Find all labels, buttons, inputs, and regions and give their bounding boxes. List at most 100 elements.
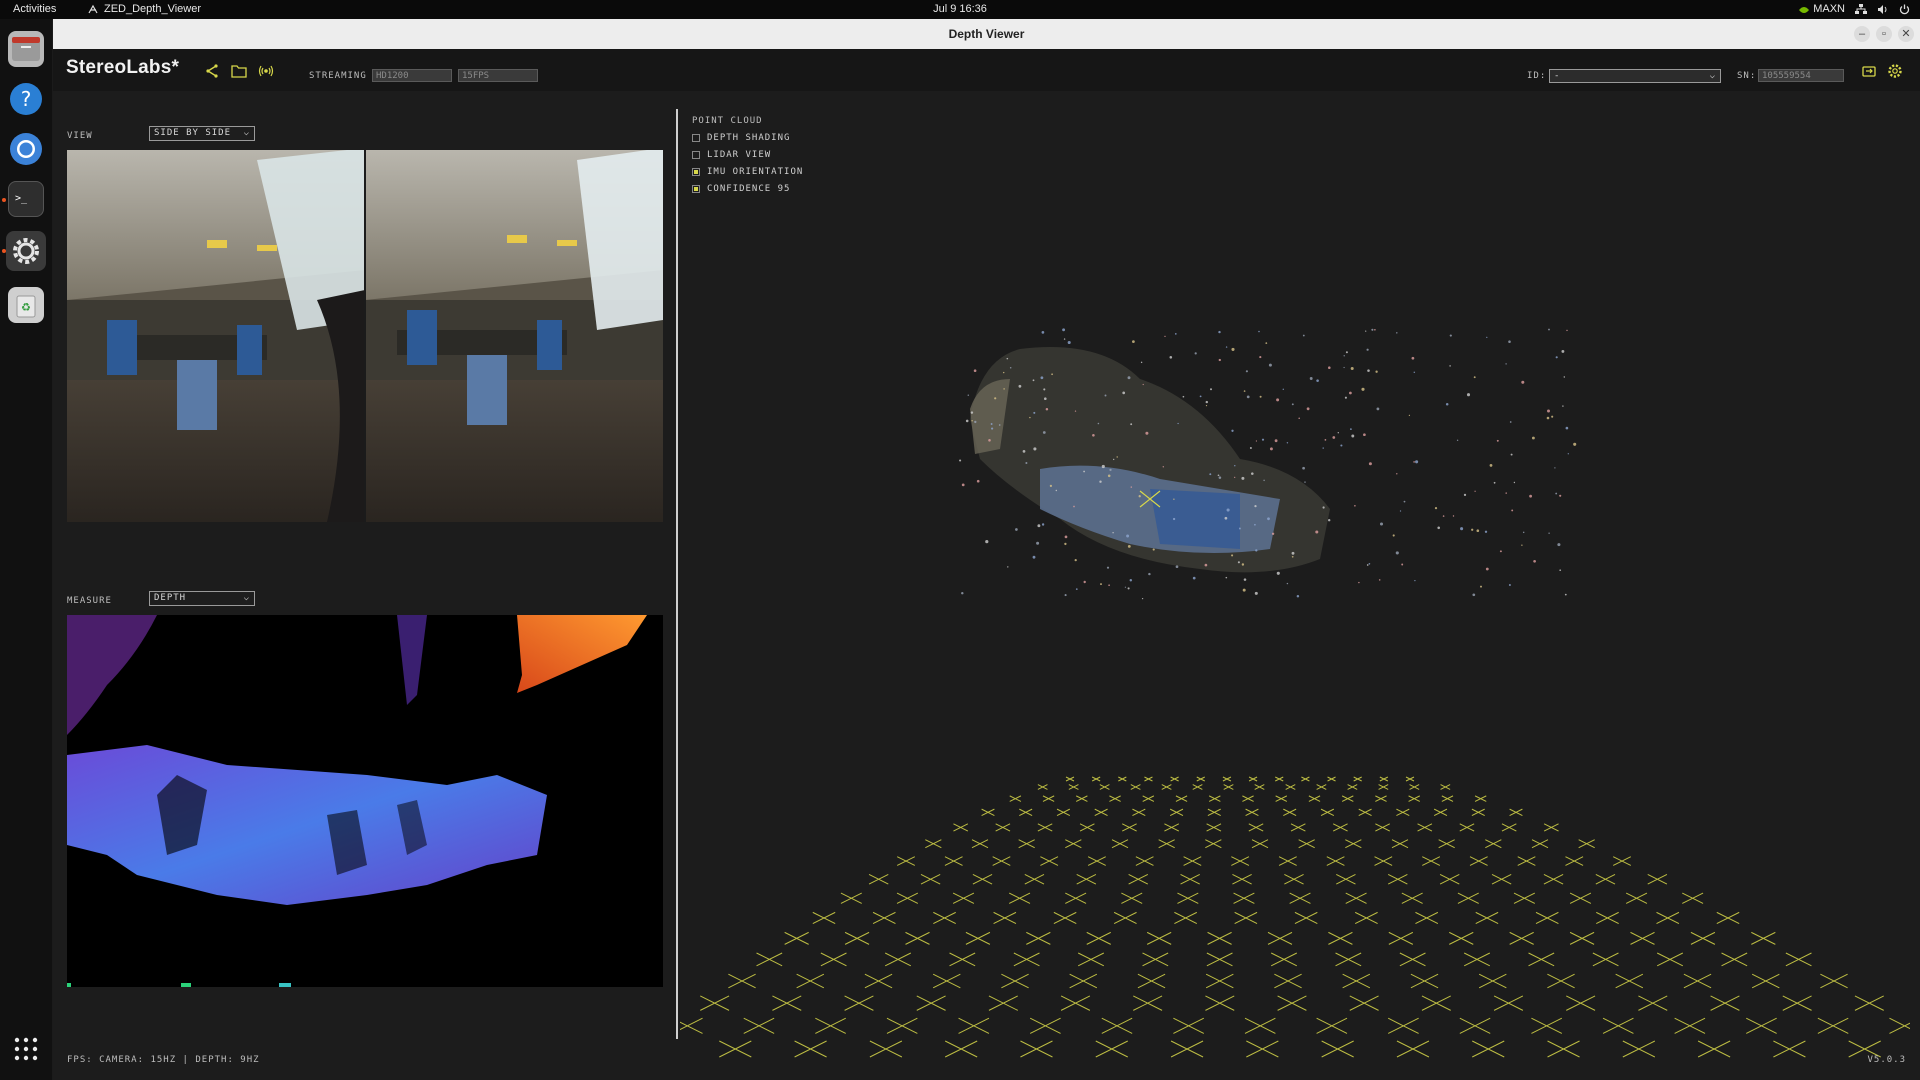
maximize-button[interactable]: ▫ (1876, 26, 1892, 42)
cloud-point (1322, 506, 1325, 509)
cloud-point (970, 411, 974, 414)
cloud-point (1148, 572, 1151, 576)
fps-field[interactable]: 15FPS (458, 69, 538, 82)
cloud-point (1508, 340, 1511, 343)
grid-marker (1405, 776, 1415, 782)
folder-icon[interactable] (231, 63, 247, 79)
cloud-point (1101, 464, 1105, 469)
cloud-point (1097, 422, 1100, 425)
grid-marker (1284, 873, 1304, 885)
power-mode-indicator[interactable]: MAXN (1798, 2, 1845, 17)
view-select[interactable]: SIDE BY SIDE ⌵ (149, 126, 255, 141)
settings-app[interactable] (6, 231, 46, 271)
grid-marker (1270, 952, 1298, 967)
grid-marker (1075, 795, 1088, 802)
cloud-point (1037, 524, 1041, 528)
cloud-point (1205, 400, 1208, 404)
grid-marker (932, 973, 961, 989)
grid-marker (1509, 808, 1523, 816)
grid-marker (988, 995, 1018, 1011)
cloud-point (1296, 595, 1300, 598)
cloud-point (1249, 447, 1252, 449)
resolution-field[interactable]: HD1200 (372, 69, 452, 82)
grid-marker (971, 839, 989, 849)
cloud-point (1107, 474, 1111, 478)
cloud-point (1521, 544, 1523, 546)
cloud-point (1218, 476, 1222, 479)
cloud-point (1415, 460, 1419, 464)
refresh-icon[interactable] (1861, 63, 1877, 79)
grid-marker (1471, 808, 1485, 816)
clock[interactable]: Jul 9 16:36 (0, 2, 1920, 17)
cloud-point (1255, 440, 1258, 442)
broadcast-icon[interactable] (258, 63, 274, 79)
settings-gear-icon[interactable] (1887, 63, 1903, 79)
cloud-point (1379, 522, 1384, 526)
cloud-point (1399, 510, 1402, 512)
grid-marker (1174, 911, 1198, 925)
checkbox-checked[interactable] (692, 185, 700, 193)
option-depth-shading[interactable]: DEPTH SHADING (692, 133, 790, 143)
panel-divider[interactable] (676, 109, 678, 1039)
chromium-app[interactable] (8, 131, 44, 167)
window-titlebar[interactable]: Depth Viewer – ▫ ✕ (53, 19, 1920, 50)
grid-marker (1183, 856, 1202, 866)
cloud-point (1489, 464, 1493, 467)
cloud-point (1564, 593, 1567, 596)
checkbox-checked[interactable] (692, 168, 700, 176)
help-icon: ? (10, 83, 42, 115)
point-cloud-viewport[interactable] (680, 319, 1910, 1059)
cloud-point (1509, 421, 1512, 423)
cloud-point (1309, 377, 1313, 380)
settings-icon (13, 238, 39, 264)
grid-marker (1441, 795, 1454, 802)
grid-marker (1321, 1040, 1354, 1058)
grid-marker (1242, 795, 1254, 802)
grid-marker (1513, 892, 1536, 904)
option-lidar-view[interactable]: LIDAR VIEW (692, 150, 771, 160)
files-app[interactable] (8, 31, 44, 67)
grid-marker (1196, 776, 1205, 782)
trash-app[interactable]: ♻ (8, 287, 44, 323)
cloud-point (1138, 495, 1141, 498)
view-label: VIEW (67, 131, 93, 141)
cloud-point (1328, 366, 1331, 369)
cloud-point (1276, 398, 1280, 402)
svg-text:♻: ♻ (21, 301, 31, 314)
cloud-point (1265, 342, 1268, 344)
cloud-point (1531, 436, 1535, 440)
cloud-point (1452, 515, 1455, 517)
grid-marker (905, 931, 930, 945)
terminal-app[interactable]: >_ (8, 181, 44, 217)
share-icon[interactable] (204, 63, 220, 79)
cloud-point (971, 420, 973, 422)
id-select[interactable]: - ⌵ (1549, 69, 1721, 83)
close-button[interactable]: ✕ (1898, 26, 1914, 42)
grid-marker (840, 892, 862, 904)
option-confidence[interactable]: CONFIDENCE 95 (692, 184, 790, 194)
help-app[interactable]: ? (8, 81, 44, 117)
checkbox[interactable] (692, 151, 700, 159)
system-tray[interactable]: MAXN (1798, 2, 1910, 17)
minimize-button[interactable]: – (1854, 26, 1870, 42)
grid-marker (1068, 784, 1079, 790)
cloud-point (1231, 429, 1234, 432)
cloud-point (1350, 428, 1352, 430)
grid-marker (1267, 931, 1293, 945)
grid-marker (1638, 995, 1668, 1011)
grid-marker (1493, 995, 1524, 1011)
cloud-point (1408, 414, 1411, 417)
option-imu-orientation[interactable]: IMU ORIENTATION (692, 167, 803, 177)
grid-marker (1121, 892, 1143, 904)
grid-marker (1180, 873, 1200, 885)
show-apps-button[interactable] (8, 1031, 44, 1067)
cloud-point (1358, 581, 1360, 584)
cloud-point (1049, 484, 1053, 488)
grid-marker (1289, 892, 1311, 904)
grid-marker (1294, 911, 1318, 925)
grid-marker (920, 873, 941, 885)
checkbox[interactable] (692, 134, 700, 142)
grid-marker (1232, 873, 1252, 885)
measure-select[interactable]: DEPTH ⌵ (149, 591, 255, 606)
grid-marker (1408, 795, 1421, 802)
